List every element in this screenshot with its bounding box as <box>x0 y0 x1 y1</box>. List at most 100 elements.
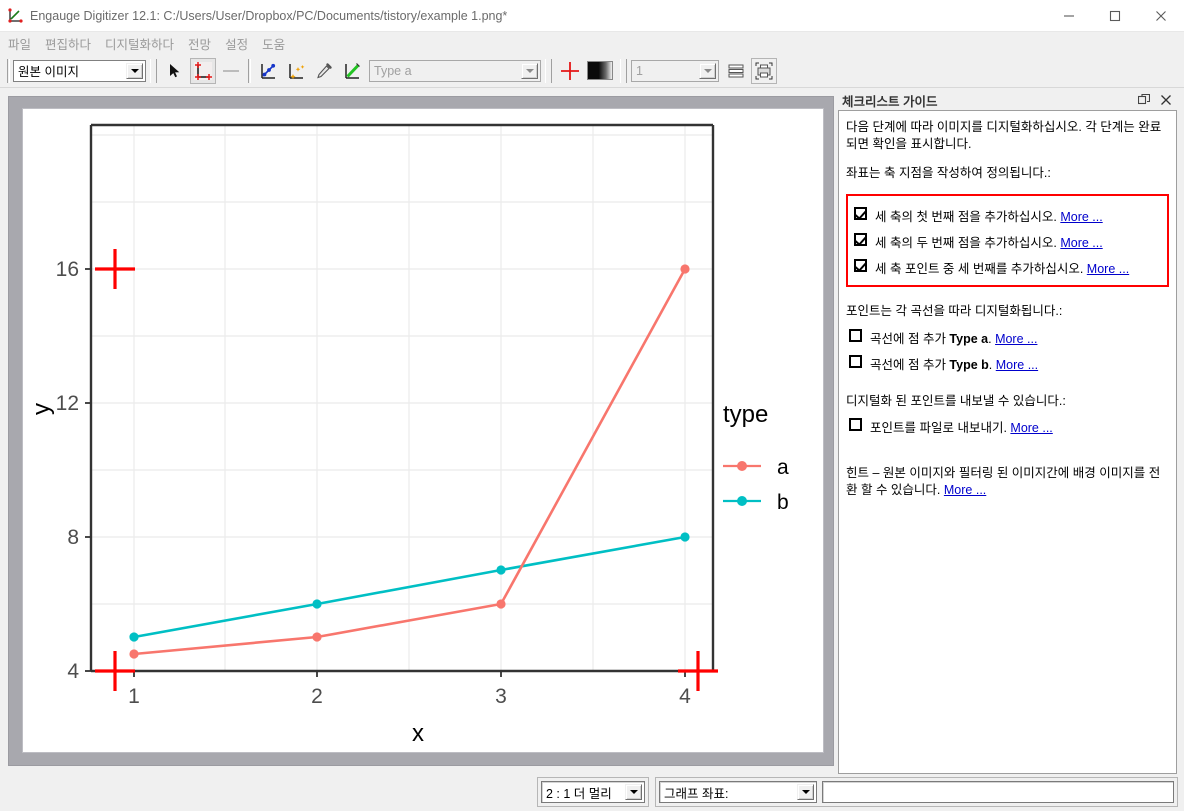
checklist-hint: 힌트 – 원본 이미지와 필터링 된 이미지간에 배경 이미지를 전환 할 수 … <box>846 465 1169 499</box>
checklist-spacer-2 <box>846 443 1169 465</box>
x-axis-title: x <box>412 720 424 747</box>
menu-item-help[interactable]: 도움 <box>262 34 285 53</box>
toolbar-grip-4[interactable] <box>545 58 552 83</box>
curve-selection-combo[interactable]: Type a <box>369 59 541 82</box>
curve-point-tool-button[interactable] <box>255 58 281 84</box>
dock-title-bar: 체크리스트 가이드 <box>838 90 1177 110</box>
app-icon <box>0 7 30 24</box>
main-area: 16 12 8 4 1 2 3 4 x y type a b 체크리스트 가이드… <box>0 88 1184 774</box>
menu-item-settings[interactable]: 설정 <box>225 34 248 53</box>
legend-label-a: a <box>777 456 789 479</box>
close-icon[interactable] <box>1155 91 1177 109</box>
checklist-label: 곡선에 점 추가 <box>870 331 950 346</box>
toolbar-grip-2[interactable] <box>150 58 157 83</box>
x-tick-label: 3 <box>495 685 507 708</box>
legend-label-b: b <box>777 491 789 514</box>
window-title-bar: Engauge Digitizer 12.1: C:/Users/User/Dr… <box>0 0 1184 32</box>
menu-bar: 파일 편집하다 디지털화하다 전망 설정 도움 <box>0 32 1184 54</box>
more-link[interactable]: More ... <box>944 483 986 497</box>
more-link[interactable]: More ... <box>996 358 1038 372</box>
checklist-curve-name: Type b <box>949 357 989 372</box>
chevron-down-icon[interactable] <box>126 62 143 79</box>
gradient-swatch-icon[interactable] <box>585 58 615 84</box>
checklist-label: 세 축의 첫 번째 점을 추가하십시오. <box>875 209 1057 224</box>
checklist-content: 다음 단계에 따라 이미지를 디지털화하십시오. 각 단계는 완료되면 확인을 … <box>838 110 1177 774</box>
checklist-item-axis-2[interactable]: 세 축의 두 번째 점을 추가하십시오. More ... <box>854 232 1164 251</box>
segment-fill-tool-button[interactable] <box>339 58 365 84</box>
color-picker-tool-button[interactable] <box>311 58 337 84</box>
more-link[interactable]: More ... <box>1087 262 1129 276</box>
checklist-label: 포인트를 파일로 내보내기. <box>870 421 1007 436</box>
chevron-down-icon[interactable] <box>521 62 538 79</box>
canvas-wrapper: 16 12 8 4 1 2 3 4 x y type a b <box>0 88 838 774</box>
checkbox-checked-icon[interactable] <box>854 206 867 220</box>
separator-dash-icon <box>218 58 244 84</box>
coordinate-frame: 그래프 좌표: <box>655 777 1178 807</box>
checklist-axes-group: 세 축의 첫 번째 점을 추가하십시오. More ... 세 축의 두 번째 … <box>846 193 1169 287</box>
main-toolbar: 원본 이미지 Type a 1 <box>0 54 1184 88</box>
checklist-axes-heading: 좌표는 축 지점을 작성하여 정의됩니다.: <box>846 165 1051 180</box>
coordinate-readout-value: 그래프 좌표: <box>664 786 729 801</box>
checklist-item-curve-b[interactable]: 곡선에 점 추가 Type b. More ... <box>849 354 1169 373</box>
chart-image[interactable]: 16 12 8 4 1 2 3 4 x y type a b <box>23 109 823 752</box>
checklist-item-axis-1[interactable]: 세 축의 첫 번째 점을 추가하십시오. More ... <box>854 206 1164 225</box>
checklist-label: 세 축 포인트 중 세 번째를 추가하십시오. <box>875 261 1084 276</box>
checklist-item-axis-3[interactable]: 세 축 포인트 중 세 번째를 추가하십시오. More ... <box>854 258 1164 277</box>
y-axis-title: y <box>28 403 55 415</box>
axis-point-tool-button[interactable] <box>190 57 216 84</box>
checkbox-checked-icon[interactable] <box>854 258 867 272</box>
x-tick-label: 1 <box>128 685 140 708</box>
y-tick-label: 4 <box>67 660 79 683</box>
close-button[interactable] <box>1138 0 1184 32</box>
float-undock-icon[interactable] <box>1133 91 1155 109</box>
print-preview-icon[interactable] <box>751 57 777 84</box>
background-image-value: 원본 이미지 <box>18 65 79 79</box>
checklist-suffix: . <box>988 331 992 346</box>
background-image-combo[interactable]: 원본 이미지 <box>13 59 146 82</box>
digitize-canvas[interactable]: 16 12 8 4 1 2 3 4 x y type a b <box>8 96 834 766</box>
y-tick-label: 12 <box>56 392 79 415</box>
legend-title: type <box>723 401 768 428</box>
chevron-down-icon[interactable] <box>625 784 642 800</box>
more-link[interactable]: More ... <box>995 332 1037 346</box>
point-match-tool-button[interactable] <box>283 58 309 84</box>
digitize-axis-icon[interactable] <box>557 58 583 84</box>
y-tick-label: 8 <box>67 526 79 549</box>
checklist-label: 세 축의 두 번째 점을 추가하십시오. <box>875 235 1057 250</box>
coordinate-readout-combo[interactable]: 그래프 좌표: <box>659 781 817 803</box>
checklist-spacer-1 <box>846 380 1169 393</box>
menu-item-digitize[interactable]: 디지털화하다 <box>105 34 174 53</box>
menu-item-edit[interactable]: 편집하다 <box>45 34 91 53</box>
maximize-button[interactable] <box>1092 0 1138 32</box>
checklist-label: 곡선에 점 추가 <box>870 357 950 372</box>
image-page[interactable]: 16 12 8 4 1 2 3 4 x y type a b <box>23 109 823 752</box>
checkbox-checked-icon[interactable] <box>854 232 867 246</box>
toolbar-grip-1[interactable] <box>7 58 10 83</box>
coordinate-system-combo[interactable]: 1 <box>631 59 719 82</box>
menu-item-view[interactable]: 전망 <box>188 34 211 53</box>
checkbox-unchecked-icon[interactable] <box>849 418 862 432</box>
more-link[interactable]: More ... <box>1060 236 1102 250</box>
checkbox-unchecked-icon[interactable] <box>849 328 862 342</box>
minimize-button[interactable] <box>1046 0 1092 32</box>
curve-selection-value: Type a <box>374 63 412 78</box>
chevron-down-icon[interactable] <box>699 62 716 79</box>
more-link[interactable]: More ... <box>1060 210 1102 224</box>
checklist-item-export[interactable]: 포인트를 파일로 내보내기. More ... <box>849 417 1169 436</box>
document-lines-icon[interactable] <box>723 58 749 84</box>
checkbox-unchecked-icon[interactable] <box>849 354 862 368</box>
dock-title-label: 체크리스트 가이드 <box>842 94 938 109</box>
toolbar-grip-3[interactable] <box>248 58 251 83</box>
chevron-down-icon[interactable] <box>797 784 814 800</box>
zoom-level-combo[interactable]: 2 : 1 더 멀리 <box>541 781 645 803</box>
toolbar-grip-5[interactable] <box>620 58 627 83</box>
coordinate-value-field[interactable] <box>822 781 1174 803</box>
checklist-export-heading: 디지털화 된 포인트를 내보낼 수 있습니다.: <box>846 393 1066 408</box>
checklist-curve-name: Type a <box>949 331 989 346</box>
x-tick-label: 2 <box>311 685 323 708</box>
select-tool-button[interactable] <box>162 58 188 84</box>
more-link[interactable]: More ... <box>1010 421 1052 435</box>
menu-item-file[interactable]: 파일 <box>8 34 31 53</box>
checklist-suffix: . <box>988 357 993 372</box>
checklist-item-curve-a[interactable]: 곡선에 점 추가 Type a. More ... <box>849 328 1169 347</box>
